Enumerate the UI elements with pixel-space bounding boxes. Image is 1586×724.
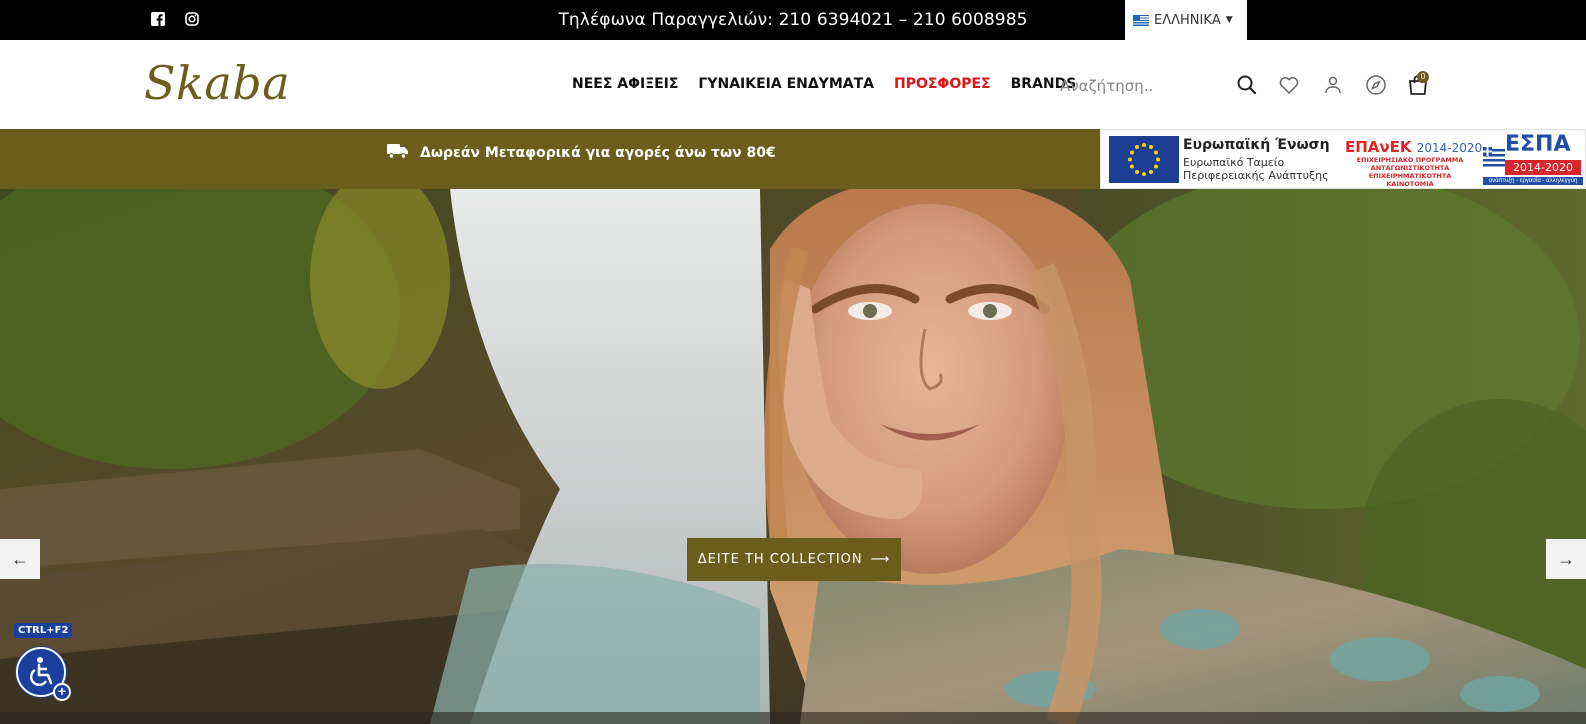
language-label: ΕΛΛΗΝΙΚΑ <box>1154 12 1221 28</box>
eu-subtitle: Ευρωπαϊκό Ταμείο Περιφερειακής Ανάπτυξης <box>1183 156 1329 182</box>
nav-womens-clothing[interactable]: ΓΥΝΑΙΚΕΙΑ ΕΝΔΥΜΑΤΑ <box>698 76 874 92</box>
epanek-subtitle: ΕΠΙΧΕΙΡΗΣΙΑΚΟ ΠΡΟΓΡΑΜΜΑ ΑΝΤΑΓΩΝΙΣΤΙΚΟΤΗΤ… <box>1356 156 1464 188</box>
language-selector[interactable]: ΕΛΛΗΝΙΚΑ ▼ <box>1125 0 1247 40</box>
top-bar: Τηλέφωνα Παραγγελιών: 210 6394021 – 210 … <box>0 0 1586 40</box>
espa-logo: ΕΣΠΑ 2014-2020 ανάπτυξη - εργασία - αλλη… <box>1483 132 1583 185</box>
eu-title: Ευρωπαϊκή Ένωση <box>1183 137 1330 153</box>
site-logo[interactable]: Skaba <box>144 56 290 110</box>
espa-name: ΕΣΠΑ <box>1505 132 1571 157</box>
hero-image <box>0 189 1586 724</box>
next-slide-button[interactable]: → <box>1546 539 1586 579</box>
see-collection-label: ΔΕΙΤΕ ΤΗ COLLECTION <box>697 552 863 567</box>
heart-icon[interactable] <box>1278 74 1300 96</box>
see-collection-button[interactable]: ΔΕΙΤΕ ΤΗ COLLECTION ⟶ <box>687 538 901 581</box>
espa-funding-banner[interactable]: Ευρωπαϊκή Ένωση Ευρωπαϊκό Ταμείο Περιφερ… <box>1100 129 1586 189</box>
main-nav: ΝΕΕΣ ΑΦΙΞΕΙΣ ΓΥΝΑΙΚΕΙΑ ΕΝΔΥΜΑΤΑ ΠΡΟΣΦΟΡΕ… <box>572 76 1076 92</box>
eu-subtitle-line-1: Ευρωπαϊκό Ταμείο <box>1183 156 1285 169</box>
hero-slider: ΔΕΙΤΕ ΤΗ COLLECTION ⟶ ← → <box>0 189 1586 724</box>
accessibility-button[interactable]: + <box>16 647 71 701</box>
truck-icon <box>386 142 410 164</box>
espa-tagline: ανάπτυξη - εργασία - αλληλεγγύη <box>1483 177 1583 185</box>
greek-flag-icon <box>1133 14 1149 26</box>
order-phones: Τηλέφωνα Παραγγελιών: 210 6394021 – 210 … <box>558 10 1028 30</box>
cart-count-badge: 0 <box>1417 71 1429 83</box>
plus-icon: + <box>53 683 71 701</box>
eu-subtitle-line-2: Περιφερειακής Ανάπτυξης <box>1183 169 1329 182</box>
prev-slide-button[interactable]: ← <box>0 539 40 579</box>
site-header: Skaba ΝΕΕΣ ΑΦΙΞΕΙΣ ΓΥΝΑΙΚΕΙΑ ΕΝΔΥΜΑΤΑ ΠΡ… <box>0 40 1586 129</box>
nav-new-arrivals[interactable]: ΝΕΕΣ ΑΦΙΞΕΙΣ <box>572 76 678 92</box>
epanek-years: 2014-2020 <box>1416 141 1483 155</box>
espa-years: 2014-2020 <box>1505 160 1581 175</box>
arrow-left-icon: ← <box>11 548 29 569</box>
user-icon[interactable] <box>1322 74 1344 96</box>
free-shipping-banner: Δωρεάν Μεταφορικά για αγορές άνω των 80€ <box>0 129 1100 189</box>
epanek-name: ΕΠΑνΕΚ <box>1345 138 1412 156</box>
free-shipping-text: Δωρεάν Μεταφορικά για αγορές άνω των 80€ <box>420 145 776 161</box>
caret-down-icon: ▼ <box>1225 15 1233 25</box>
arrow-right-icon: ⟶ <box>870 552 891 567</box>
search-icon[interactable] <box>1236 74 1258 96</box>
epanek-logo: ΕΠΑνΕΚ 2014-2020 <box>1345 138 1482 156</box>
eu-flag-icon <box>1109 136 1179 183</box>
compass-icon[interactable] <box>1365 74 1387 96</box>
nav-offers[interactable]: ΠΡΟΣΦΟΡΕΣ <box>894 76 991 92</box>
accessibility-hotkey-label: CTRL+F2 <box>14 623 73 638</box>
arrow-right-icon: → <box>1557 548 1575 569</box>
